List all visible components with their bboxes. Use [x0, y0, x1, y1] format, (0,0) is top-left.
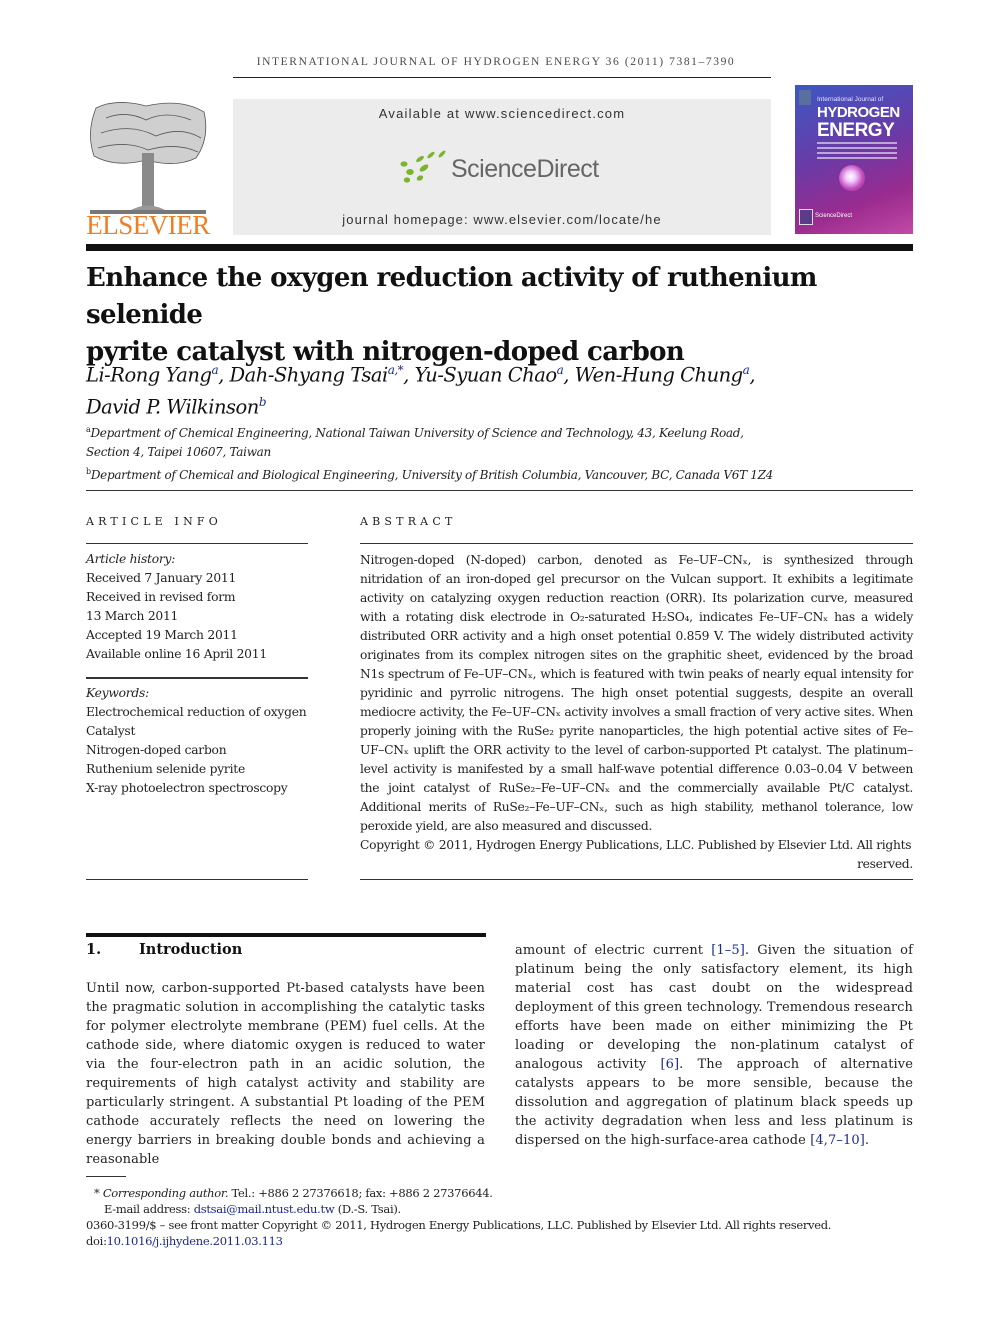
affiliation-rule — [86, 490, 913, 491]
abstract-copyright: Copyright © 2011, Hydrogen Energy Public… — [360, 838, 912, 852]
cover-journal-line1: International Journal of — [817, 96, 884, 103]
author-name: Dah-Shyang Tsai — [229, 363, 389, 387]
article-title: Enhance the oxygen reduction activity of… — [86, 260, 926, 371]
author-separator: , — [218, 363, 230, 387]
author-name: Wen-Hung Chung — [574, 363, 744, 387]
abstract-body: Nitrogen-doped (N-doped) carbon, denoted… — [360, 551, 913, 874]
citation-link[interactable]: [4,7–10] — [810, 1133, 865, 1148]
citation-link[interactable]: [1–5] — [711, 943, 745, 958]
keyword-item[interactable]: Catalyst — [86, 722, 311, 741]
keyword-item[interactable]: Electrochemical reduction of oxygen — [86, 703, 311, 722]
keyword-item[interactable]: Nitrogen-doped carbon — [86, 741, 311, 760]
history-item: Accepted 19 March 2011 — [86, 628, 238, 642]
author-affil-mark[interactable]: a,* — [388, 363, 404, 377]
header-rule — [233, 77, 771, 78]
article-info-rule — [86, 543, 308, 544]
history-item: Received in revised form — [86, 590, 236, 604]
section-number: 1. — [86, 941, 102, 958]
cover-publisher-mark — [799, 90, 811, 105]
cover-orb-graphic — [839, 165, 865, 191]
email-suffix: (D.-S. Tsai). — [334, 1202, 401, 1216]
corresponding-contact: Tel.: +886 2 27376618; fax: +886 2 27376… — [228, 1186, 493, 1200]
article-history: Article history: Received 7 January 2011… — [86, 550, 311, 664]
affiliation-text: Department of Chemical Engineering, Nati… — [90, 426, 744, 440]
body-text: . — [864, 1133, 870, 1148]
doi-label: doi: — [86, 1234, 107, 1248]
running-head: INTERNATIONAL JOURNAL OF HYDROGEN ENERGY… — [256, 56, 736, 68]
front-matter-line: 0360-3199/$ – see front matter Copyright… — [86, 1218, 832, 1232]
doi-link[interactable]: 10.1016/j.ijhydene.2011.03.113 — [107, 1234, 283, 1248]
cover-editor-lines — [817, 142, 897, 162]
abstract-text: Nitrogen-doped (N-doped) carbon, denoted… — [360, 553, 913, 833]
intro-paragraph-right: amount of electric current [1–5]. Given … — [515, 941, 913, 1150]
keywords-label: Keywords: — [86, 686, 149, 700]
author-name: Yu-Syuan Chao — [414, 363, 558, 387]
footnote-rule — [86, 1176, 126, 1177]
keywords: Keywords: Electrochemical reduction of o… — [86, 684, 311, 798]
corresponding-author-label: Corresponding author. — [102, 1186, 229, 1200]
abstract-rule — [360, 543, 913, 544]
elsevier-wordmark: ELSEVIER — [86, 210, 210, 240]
keyword-item[interactable]: X-ray photoelectron spectroscopy — [86, 779, 311, 798]
author-affil-mark[interactable]: b — [259, 395, 267, 409]
section-rule — [86, 933, 486, 937]
available-at-link[interactable]: Available at www.sciencedirect.com — [233, 106, 771, 121]
cover-journal-line3: ENERGY — [817, 120, 895, 141]
footnote-mark: * — [94, 1186, 100, 1200]
cover-footer: ScienceDirect — [815, 213, 853, 219]
author-separator: , — [749, 363, 756, 387]
author-name: David P. Wilkinson — [86, 395, 259, 418]
article-info-heading: ARTICLE INFO — [86, 515, 222, 528]
history-item: Received 7 January 2011 — [86, 571, 237, 585]
history-item: 13 March 2011 — [86, 609, 179, 623]
body-text: amount of electric current — [515, 943, 712, 958]
author-name: Li-Rong Yang — [86, 363, 212, 387]
cover-journal-line2: HYDROGEN — [817, 104, 900, 121]
email-link[interactable]: dstsai@mail.ntust.edu.tw — [194, 1202, 335, 1216]
email-label: E-mail address: — [104, 1202, 194, 1216]
author-list: Li-Rong Yanga, Dah-Shyang Tsaia,*, Yu-Sy… — [86, 357, 926, 420]
keyword-item[interactable]: Ruthenium selenide pyrite — [86, 760, 311, 779]
abstract-heading: ABSTRACT — [360, 515, 457, 528]
footnotes: * Corresponding author. Tel.: +886 2 273… — [86, 1185, 926, 1249]
sciencedirect-leaf-icon — [400, 150, 446, 183]
author-separator: , — [563, 363, 575, 387]
section-title: Introduction — [139, 941, 243, 958]
citation-link[interactable]: [6] — [660, 1057, 679, 1072]
cover-he-logo — [799, 209, 813, 225]
affiliation-text: Department of Chemical and Biological En… — [90, 468, 774, 482]
journal-homepage-link[interactable]: journal homepage: www.elsevier.com/locat… — [233, 212, 771, 227]
intro-paragraph-left: Until now, carbon-supported Pt-based cat… — [86, 981, 485, 1167]
article-history-label: Article history: — [86, 552, 176, 566]
section-heading: 1. Introduction — [86, 941, 242, 958]
affiliation-text: Section 4, Taipei 10607, Taiwan — [86, 445, 271, 459]
body-text: . Given the situation of platinum being … — [515, 943, 913, 1072]
author-separator: , — [403, 363, 415, 387]
journal-cover-image: International Journal of HYDROGEN ENERGY… — [795, 85, 913, 234]
sciencedirect-wordmark: ScienceDirect — [451, 155, 599, 183]
history-rule — [86, 677, 308, 679]
history-item: Available online 16 April 2011 — [86, 647, 267, 661]
abstract-copyright-end: reserved. — [857, 857, 913, 871]
header-thick-rule — [86, 244, 913, 251]
affiliation-a: aDepartment of Chemical Engineering, Nat… — [86, 420, 926, 485]
title-line-1: Enhance the oxygen reduction activity of… — [86, 263, 817, 330]
keywords-rule — [86, 879, 308, 880]
abstract-bottom-rule — [360, 879, 913, 880]
